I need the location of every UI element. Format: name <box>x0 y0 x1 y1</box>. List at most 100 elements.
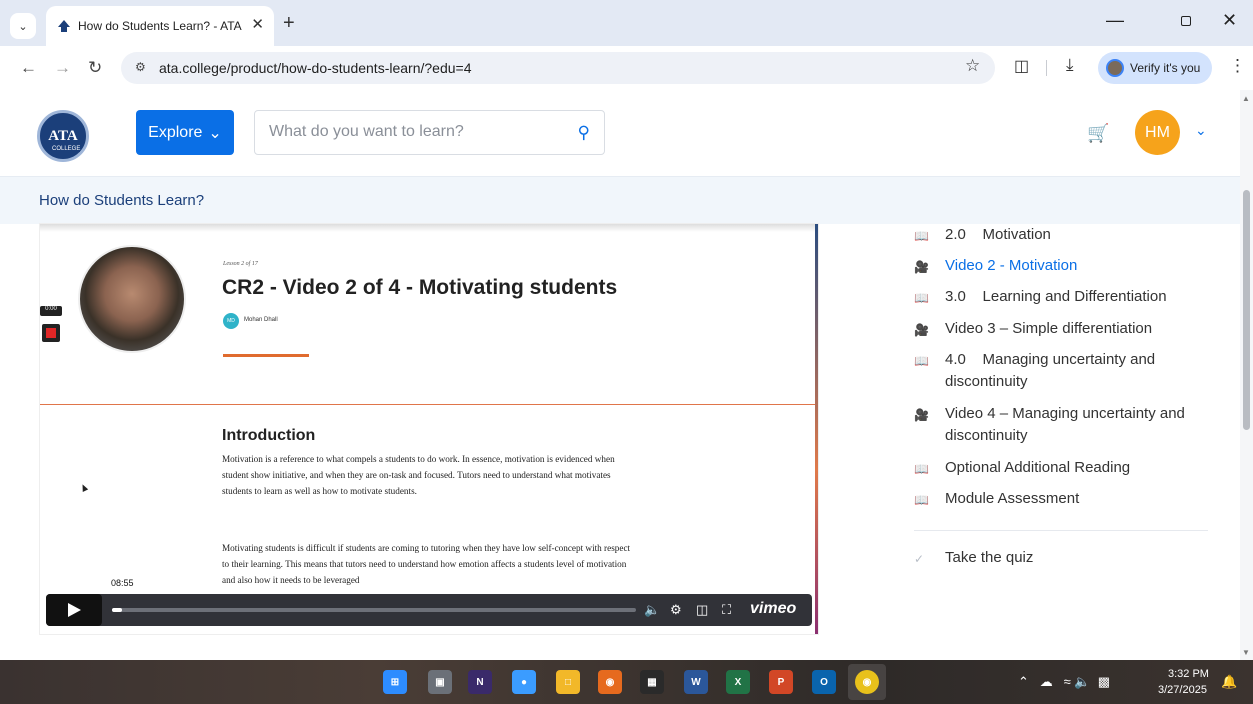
check-circle-icon: ✓ <box>914 552 925 566</box>
app-icon[interactable]: N <box>468 670 492 694</box>
search-box[interactable]: ⚲ <box>254 110 605 155</box>
video-icon: 🎥 <box>914 323 929 337</box>
task-view-icon[interactable]: ▣ <box>428 670 452 694</box>
video-controls: 08:55 🔈 ⚙ ◫ ⛶ vimeo <box>46 577 812 626</box>
search-icon[interactable]: ⚲ <box>578 123 590 143</box>
chrome-icon[interactable]: ◉ <box>855 670 879 694</box>
browser-menu-icon[interactable]: ⋮ <box>1229 56 1246 76</box>
playback-time-tooltip: 08:55 <box>108 577 137 589</box>
lesson-count: Lesson 2 of 17 <box>223 261 258 267</box>
logo-subtext: COLLEGE <box>52 146 81 152</box>
tab-search-button[interactable]: ⌄ <box>10 13 36 39</box>
profile-avatar-icon <box>1106 59 1124 77</box>
user-avatar[interactable]: HM <box>1135 110 1180 155</box>
outlook-icon[interactable]: O <box>812 670 836 694</box>
reload-icon[interactable]: ↻ <box>88 58 102 78</box>
system-tray-icons[interactable]: ⌃ ☁ ≈ 🔈 ▩ <box>1018 674 1110 690</box>
chevron-down-icon: ⌄ <box>208 124 222 142</box>
excel-icon[interactable]: X <box>726 670 750 694</box>
notification-bell-icon[interactable]: 🔔 <box>1221 674 1237 690</box>
book-icon: 📖 <box>914 462 929 476</box>
play-button[interactable] <box>46 594 102 626</box>
url-text[interactable]: ata.college/product/how-do-students-lear… <box>159 60 471 76</box>
intro-paragraph-2: Motivating students is difficult if stud… <box>222 543 631 585</box>
book-icon: 📖 <box>914 493 929 507</box>
toolbar-divider <box>1046 60 1047 76</box>
file-explorer-icon[interactable]: □ <box>556 670 580 694</box>
scrollbar-thumb[interactable] <box>1243 190 1250 430</box>
settings-gear-icon[interactable]: ⚙ <box>670 602 682 618</box>
picture-in-picture-icon[interactable]: ◫ <box>696 602 708 618</box>
forward-arrow-icon[interactable]: → <box>54 58 71 78</box>
logo-text: ATA <box>48 127 78 144</box>
powerpoint-icon[interactable]: P <box>769 670 793 694</box>
site-header: ATA COLLEGE Explore ⌄ ⚲ 🛒 HM ⌄ <box>0 90 1240 176</box>
new-tab-button[interactable]: + <box>283 12 295 35</box>
extensions-icon[interactable]: ◫ <box>1014 56 1029 76</box>
site-info-icon[interactable]: ⚙ <box>135 60 146 74</box>
mouse-cursor-icon <box>79 483 89 492</box>
clock-time[interactable]: 3:32 PM <box>1168 668 1209 680</box>
course-title[interactable]: How do Students Learn? <box>39 192 204 209</box>
cart-icon[interactable]: 🛒 <box>1087 123 1109 144</box>
back-arrow-icon[interactable]: ← <box>20 58 37 78</box>
sidebar-item-label: Video 4 – Managing uncertainty and disco… <box>945 405 1185 444</box>
video-edge-accent <box>815 224 818 634</box>
clock-date[interactable]: 3/27/2025 <box>1158 684 1207 696</box>
title-underline <box>223 354 309 357</box>
windows-start-icon[interactable]: ⊞ <box>383 670 407 694</box>
page-scrollbar[interactable]: ▲ ▼ <box>1240 90 1253 660</box>
recording-timer: 0:00 <box>40 306 62 316</box>
lesson-title: CR2 - Video 2 of 4 - Motivating students <box>222 276 618 299</box>
sidebar-item-label: Video 3 – Simple differentiation <box>945 320 1153 337</box>
progress-track[interactable] <box>112 608 636 612</box>
window-close-button[interactable]: ✕ <box>1222 10 1237 31</box>
scroll-up-icon[interactable]: ▲ <box>1242 94 1250 103</box>
intro-heading: Introduction <box>222 427 316 444</box>
book-icon: 📖 <box>914 291 929 305</box>
browser-toolbar: ← → ↻ ⚙ ata.college/product/how-do-stude… <box>0 46 1253 90</box>
video-icon: 🎥 <box>914 260 929 274</box>
fullscreen-icon[interactable]: ⛶ <box>722 602 731 618</box>
section-divider <box>40 404 815 405</box>
author-avatar: MD <box>223 313 239 329</box>
sidebar-item-label: 3.0 Learning and Differentiation <box>945 288 1167 305</box>
intro-paragraph-1: Motivation is a reference to what compel… <box>222 454 615 496</box>
address-bar[interactable]: ⚙ ata.college/product/how-do-students-le… <box>121 52 995 84</box>
search-input[interactable] <box>269 123 569 141</box>
browser-tab[interactable]: How do Students Learn? - ATA ✕ <box>46 6 274 46</box>
recording-stop-icon <box>42 324 60 342</box>
tab-title: How do Students Learn? - ATA <box>78 19 242 33</box>
explore-button[interactable]: Explore ⌄ <box>136 110 234 155</box>
tab-close-icon[interactable]: ✕ <box>251 15 264 33</box>
windows-taskbar: ⊞ ▣ N ● □ ◉ ▦ W X P O ◉ ⌃ ☁ ≈ 🔈 ▩ 3:32 P… <box>0 660 1253 704</box>
bookmark-star-icon[interactable]: ☆ <box>965 56 980 76</box>
course-title-bar: How do Students Learn? <box>0 176 1240 224</box>
window-restore-button[interactable] <box>1181 16 1191 26</box>
book-icon: 📖 <box>914 354 929 368</box>
window-minimize-button[interactable]: — <box>1106 10 1124 31</box>
book-icon: 📖 <box>914 229 929 243</box>
verify-label: Verify it's you <box>1130 61 1201 75</box>
copilot-icon[interactable]: ● <box>512 670 536 694</box>
calendar-app-icon[interactable]: ▦ <box>640 670 664 694</box>
ata-college-logo[interactable]: ATA COLLEGE <box>37 110 89 162</box>
verify-identity-button[interactable]: Verify it's you <box>1098 52 1212 84</box>
sidebar-divider <box>914 530 1208 531</box>
sidebar-item-label: 4.0 Managing uncertainty and discontinui… <box>945 351 1156 390</box>
site-favicon-icon <box>58 20 70 32</box>
word-icon[interactable]: W <box>684 670 708 694</box>
author-name: Mohan Dhall <box>244 317 278 323</box>
volume-icon[interactable]: 🔈 <box>644 602 660 618</box>
progress-fill <box>112 608 123 612</box>
vimeo-logo[interactable]: vimeo <box>750 600 796 618</box>
download-icon[interactable]: ⤓ <box>1066 55 1074 75</box>
user-menu-chevron-icon[interactable]: ⌄ <box>1195 122 1207 139</box>
explore-label: Explore <box>148 123 203 141</box>
quiz-label: Take the quiz <box>945 549 1034 566</box>
video-top-shadow <box>40 224 818 232</box>
video-icon: 🎥 <box>914 408 929 422</box>
video-player[interactable]: 0:00 Lesson 2 of 17 CR2 - Video 2 of 4 -… <box>40 224 818 634</box>
scroll-down-icon[interactable]: ▼ <box>1242 648 1250 657</box>
firefox-icon[interactable]: ◉ <box>598 670 622 694</box>
